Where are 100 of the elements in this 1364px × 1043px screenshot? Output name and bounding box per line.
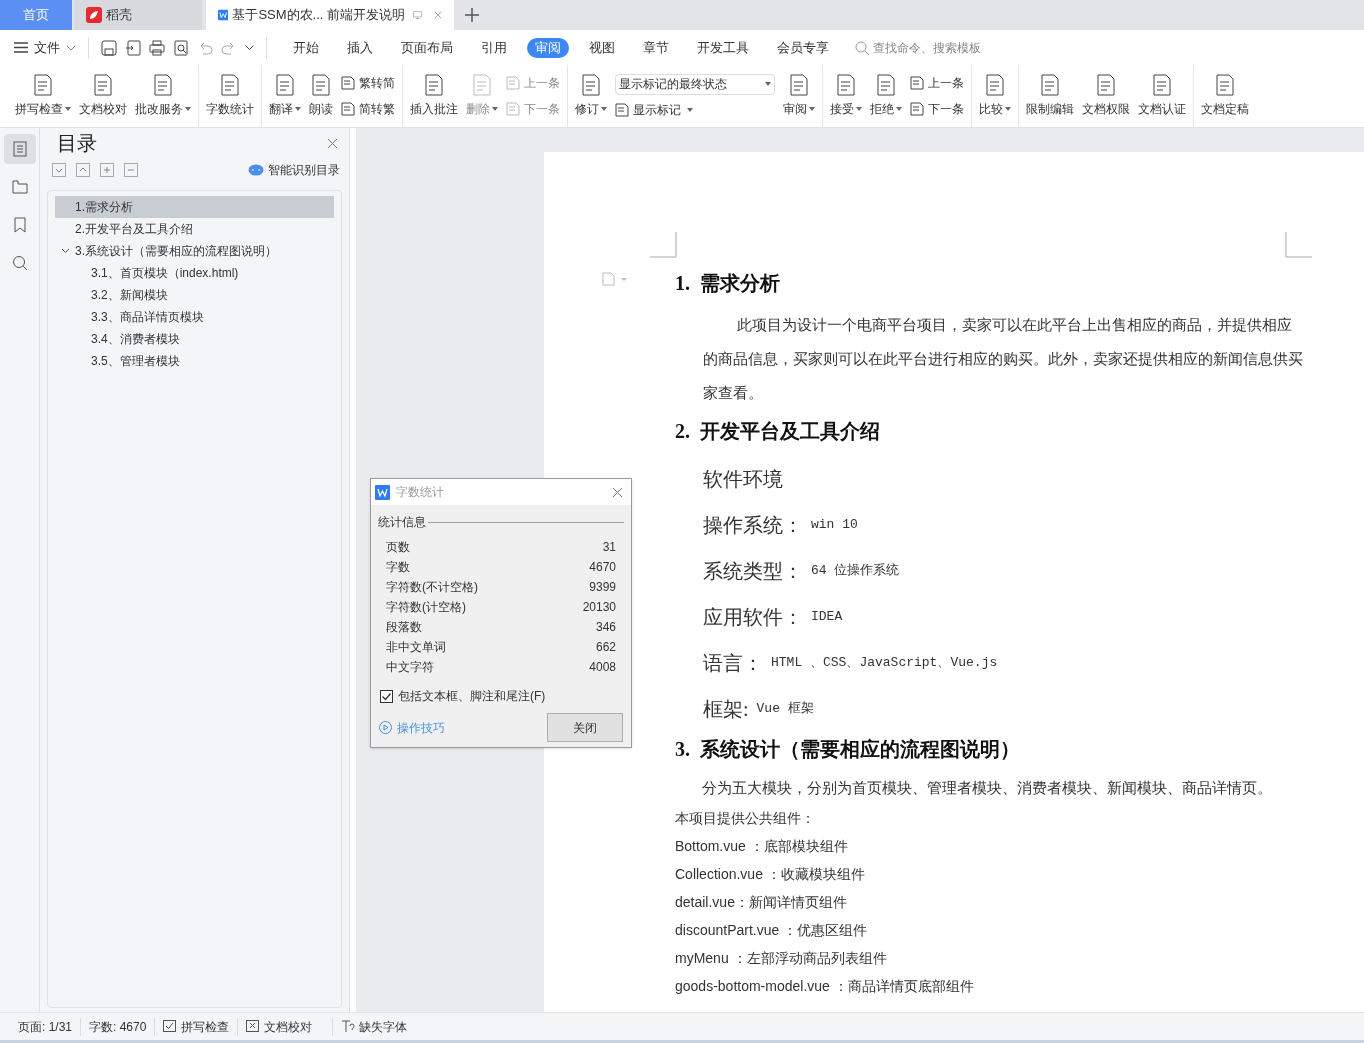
heading: 系统设计（需要相应的流程图说明） <box>700 737 1020 762</box>
stat-value: 4670 <box>589 559 616 576</box>
leaf-logo-icon <box>86 7 102 23</box>
smart-toc-button[interactable]: 智能识别目录 <box>248 161 340 179</box>
ribbon-tab[interactable]: 开始 <box>285 37 327 58</box>
document-icon <box>310 74 332 96</box>
document-icon <box>471 74 493 96</box>
status-button[interactable]: 缺失字体 <box>332 1017 416 1036</box>
ribbon-tab[interactable]: 审阅 <box>527 37 569 58</box>
document-logo-icon <box>218 7 229 23</box>
save-icon <box>101 39 117 56</box>
toc-item[interactable]: 3.1、首页模块（index.html) <box>55 262 334 284</box>
ribbon-button[interactable]: 拒绝 <box>866 65 906 127</box>
ribbon-button[interactable]: 批改服务 <box>131 65 195 127</box>
field-value: IDEA <box>811 608 843 627</box>
document-icon <box>152 74 174 96</box>
document-icon <box>788 74 810 96</box>
ribbon-button[interactable]: 简转繁 <box>341 100 395 118</box>
document-icon <box>1214 74 1236 96</box>
document-icon <box>1151 74 1173 96</box>
ribbon-button[interactable]: 文档权限 <box>1078 65 1134 127</box>
field-label: 操作系统： <box>703 513 803 538</box>
close-icon <box>327 137 338 149</box>
markup-dropdown[interactable]: 显示标记的最终状态 <box>615 73 775 95</box>
document-icon <box>32 74 54 96</box>
toc-item[interactable]: 3.系统设计（需要相应的流程图说明） <box>55 240 334 262</box>
toc-item[interactable]: 1.需求分析 <box>55 196 334 218</box>
tab[interactable]: 基于SSM的农... 前端开发说明 <box>206 0 454 30</box>
document-icon <box>92 74 114 96</box>
document-icon <box>910 102 924 116</box>
ribbon-tab[interactable]: 视图 <box>581 37 623 58</box>
text-line: detail.vue：新闻详情页组件 <box>675 892 847 912</box>
text-line: goods-bottom-model.vue ：商品详情页底部组件 <box>675 976 974 996</box>
field-label: 语言： <box>703 651 763 676</box>
tab[interactable]: 稻壳 <box>74 0 202 30</box>
stat-label: 字符数(不计空格) <box>386 579 478 596</box>
ribbon-button[interactable]: 限制编辑 <box>1022 65 1078 127</box>
ribbon-button[interactable]: 拼写检查 <box>11 65 75 127</box>
toc-item[interactable]: 3.5、管理者模块 <box>55 350 334 372</box>
ribbon-tab[interactable]: 引用 <box>473 37 515 58</box>
search-field[interactable]: 查找命令、搜索模板 <box>855 38 1013 57</box>
minus-button[interactable] <box>124 163 138 177</box>
paragraph: 此项目为设计一个电商平台项目，卖家可以在此平台上出售相应的商品，并提供相应的商品信息，买家则可以在此平台进行相应的购买。此外，卖家还提供相应的新闻信息供买家查看。 <box>702 316 1304 403</box>
toc-item[interactable]: 3.4、消费者模块 <box>55 328 334 350</box>
print-preview-icon <box>173 39 189 56</box>
field-value: Vue 框架 <box>756 700 814 719</box>
close-button[interactable]: 关闭 <box>547 713 623 742</box>
toc-item[interactable]: 2.开发平台及工具介绍 <box>55 218 334 240</box>
include-checkbox[interactable]: 包括文本框、脚注和尾注(F) <box>371 687 631 705</box>
corner-mark-icon <box>1285 232 1312 258</box>
sidebar-tool-button[interactable] <box>3 134 36 164</box>
expand-up-button[interactable] <box>76 163 90 177</box>
document-icon <box>219 74 241 96</box>
document-icon <box>506 76 520 90</box>
ribbon-button[interactable]: 繁转简 <box>341 74 395 92</box>
dropdown-icon <box>245 45 254 50</box>
plus-button[interactable] <box>100 163 114 177</box>
ribbon-button[interactable]: 文档认证 <box>1134 65 1190 127</box>
collapse-all-button[interactable] <box>52 163 66 177</box>
ribbon-tab[interactable]: 插入 <box>339 37 381 58</box>
ribbon-button[interactable]: 文档定稿 <box>1197 65 1253 127</box>
ribbon-button[interactable]: 字数统计 <box>202 65 258 127</box>
close-button[interactable] <box>327 137 338 149</box>
search-icon <box>10 254 29 272</box>
ribbon-tab[interactable]: 会员专享 <box>769 37 837 58</box>
ribbon-button[interactable]: 插入批注 <box>406 65 462 127</box>
field-value: win 10 <box>811 516 858 535</box>
heading-number: 1. <box>675 271 690 296</box>
missing-font-icon <box>341 1020 356 1033</box>
status-button[interactable]: 拼写检查 <box>154 1017 238 1036</box>
toc-item[interactable]: 3.3、商品详情页模块 <box>55 306 334 328</box>
ribbon-button[interactable]: 上一条 <box>910 74 964 92</box>
document-icon <box>1039 74 1061 96</box>
document-logo-icon <box>375 484 390 500</box>
status-button[interactable]: 文档校对 <box>237 1017 321 1036</box>
ribbon-button[interactable]: 审阅 <box>779 65 819 127</box>
document-icon <box>423 74 445 96</box>
heading: 开发平台及工具介绍 <box>700 419 880 444</box>
file-menu[interactable]: 文件 <box>14 37 88 58</box>
ribbon-button[interactable]: 文档校对 <box>75 65 131 127</box>
close-icon <box>434 9 442 21</box>
document-icon <box>615 102 629 117</box>
ribbon-button[interactable]: 下一条 <box>910 100 964 118</box>
section-heading: 统计信息 <box>378 514 426 531</box>
ribbon-button[interactable]: 翻译 <box>265 65 305 127</box>
ribbon-tab[interactable]: 页面布局 <box>393 37 461 58</box>
heading-number: 3. <box>675 737 690 762</box>
ribbon-button[interactable]: 比较 <box>975 65 1015 127</box>
ribbon-button[interactable]: 朗读 <box>305 65 337 127</box>
toc-item[interactable]: 3.2、新闻模块 <box>55 284 334 306</box>
document-icon <box>341 102 355 116</box>
stat-value: 20130 <box>582 599 616 616</box>
ribbon-tab[interactable]: 开发工具 <box>689 37 757 58</box>
ribbon-button[interactable]: 接受 <box>826 65 866 127</box>
menu-icon <box>14 42 28 53</box>
stat-label: 段落数 <box>386 619 422 636</box>
ribbon-tab[interactable]: 章节 <box>635 37 677 58</box>
show-markup-button[interactable]: 显示标记 <box>615 100 775 119</box>
ribbon-button[interactable]: 修订 <box>571 65 611 127</box>
text-line: discountPart.vue ：优惠区组件 <box>675 920 868 940</box>
